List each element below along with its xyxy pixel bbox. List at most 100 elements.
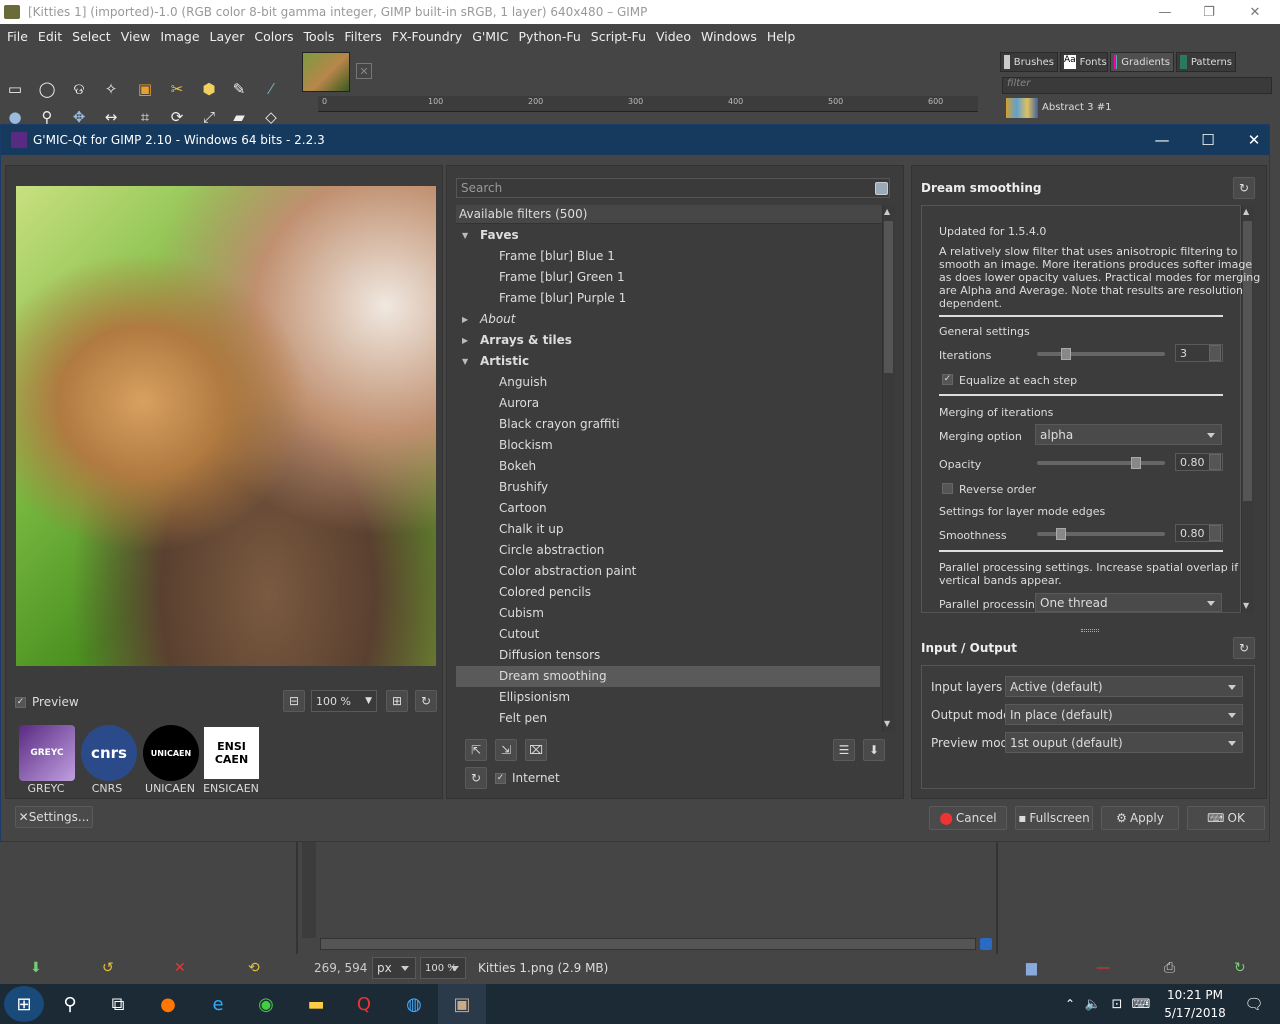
reset-options-icon[interactable]: ⟲ [248, 960, 260, 976]
rename-fave-button[interactable]: ⌧ [525, 739, 547, 761]
smoothness-slider-knob[interactable] [1056, 528, 1066, 540]
filter-item[interactable]: Frame [blur] Green 1 [456, 267, 880, 288]
menu-item[interactable]: Script-Fu [586, 29, 651, 44]
menu-item[interactable]: G'MIC [467, 29, 513, 44]
filter-category[interactable]: ▶ Arrays & tiles [456, 330, 880, 351]
print-icon[interactable]: ⎙ [1164, 960, 1175, 976]
splitter-handle[interactable] [1081, 629, 1099, 632]
app-globe-icon[interactable]: ◍ [390, 984, 438, 1024]
menu-item[interactable]: File [2, 29, 33, 44]
tab-brushes[interactable]: Brushes [1000, 52, 1058, 72]
gradient-swatch[interactable] [1006, 98, 1038, 118]
menu-item[interactable]: Help [762, 29, 801, 44]
io-reset-button[interactable]: ↻ [1233, 637, 1255, 659]
expand-all-button[interactable]: ⬇ [863, 739, 885, 761]
preview-checkbox[interactable]: ✓ [15, 697, 26, 708]
scroll-down-icon[interactable]: ▼ [1243, 601, 1249, 610]
ellipse-select-tool-icon[interactable]: ◯ [36, 78, 58, 100]
volume-icon[interactable]: 🔈 [1082, 984, 1104, 1024]
settings-button[interactable]: ✕ Settings... [15, 806, 93, 828]
zoom-in-button[interactable]: ⊞ [386, 690, 408, 712]
menu-item[interactable]: Video [651, 29, 696, 44]
reverse-checkbox[interactable] [942, 483, 953, 494]
filter-item[interactable]: Colored pencils [456, 582, 880, 603]
filter-category[interactable]: ▼ Faves [456, 225, 880, 246]
filter-item[interactable]: Cartoon [456, 498, 880, 519]
zoom-select[interactable]: 100 % ▼ [311, 690, 377, 712]
network-icon[interactable]: ⊡ [1106, 984, 1128, 1024]
opacity-slider-knob[interactable] [1131, 457, 1141, 469]
opacity-slider[interactable] [1037, 461, 1165, 465]
chrome-icon[interactable]: ◉ [242, 984, 290, 1024]
filter-item[interactable]: Anguish [456, 372, 880, 393]
save-icon[interactable]: ▆ [1026, 960, 1037, 976]
collapsed-arrow-icon[interactable]: ▶ [462, 309, 468, 330]
spin-arrows-icon[interactable] [1209, 525, 1221, 541]
zoom-select[interactable]: 100 % [420, 957, 466, 979]
image-tab-thumbnail[interactable] [302, 52, 350, 92]
output-mode-select[interactable]: In place (default) [1005, 704, 1243, 725]
menu-item[interactable]: Tools [299, 29, 340, 44]
navigate-icon[interactable] [980, 938, 992, 950]
apply-button[interactable]: ⚙ Apply [1101, 806, 1179, 830]
chevron-up-icon[interactable]: ⌃ [1060, 984, 1080, 1024]
color-select-tool-icon[interactable]: ▣ [134, 78, 156, 100]
zoom-reset-button[interactable]: ↻ [415, 690, 437, 712]
expanded-arrow-icon[interactable]: ▼ [462, 351, 468, 372]
delete-icon[interactable]: — [1096, 960, 1110, 976]
filter-item[interactable]: Cutout [456, 624, 880, 645]
gradient-filter-input[interactable]: filter [1002, 77, 1272, 94]
filter-item[interactable]: Bokeh [456, 456, 880, 477]
app-q-icon[interactable]: Q [340, 984, 388, 1024]
scissors-tool-icon[interactable]: ✂ [166, 78, 188, 100]
color-picker-tool-icon[interactable]: ⁄ [260, 78, 282, 100]
menu-item[interactable]: Windows [696, 29, 762, 44]
collapsed-arrow-icon[interactable]: ▶ [462, 330, 468, 351]
ok-button[interactable]: ⌨ OK [1187, 806, 1265, 830]
filter-item[interactable]: Cubism [456, 603, 880, 624]
cancel-button[interactable]: ⬤ Cancel [929, 806, 1007, 830]
restore-options-icon[interactable]: ↺ [102, 960, 114, 976]
filter-category[interactable]: ▼ Artistic [456, 351, 880, 372]
spin-arrows-icon[interactable] [1209, 454, 1221, 470]
filter-item[interactable]: Diffusion tensors [456, 645, 880, 666]
close-icon[interactable]: ✕ [1232, 0, 1278, 24]
keyboard-icon[interactable]: ⌨ [1130, 984, 1152, 1024]
foreground-select-tool-icon[interactable]: ⬢ [198, 78, 220, 100]
menu-item[interactable]: FX-Foundry [387, 29, 467, 44]
tab-patterns[interactable]: Patterns [1176, 52, 1236, 72]
remove-fave-button[interactable]: ⇲ [495, 739, 517, 761]
firefox-icon[interactable]: ● [144, 984, 192, 1024]
filter-item[interactable]: Circle abstraction [456, 540, 880, 561]
preview-image[interactable] [16, 186, 436, 666]
menu-item[interactable]: Image [155, 29, 204, 44]
filter-item[interactable]: Dream smoothing [456, 666, 880, 687]
filter-category[interactable]: ▶ About [456, 309, 880, 330]
filter-item[interactable]: Frame [blur] Purple 1 [456, 288, 880, 309]
filter-item[interactable]: Blockism [456, 435, 880, 456]
internet-checkbox[interactable]: ✓ [495, 773, 506, 784]
update-filters-button[interactable]: ↻ [465, 767, 487, 789]
scroll-down-icon[interactable]: ▼ [884, 719, 890, 728]
filter-item[interactable]: Chalk it up [456, 519, 880, 540]
filter-search-input[interactable]: Search [456, 178, 890, 198]
iterations-slider[interactable] [1037, 352, 1165, 356]
clock-time[interactable]: 10:21 PM [1160, 988, 1230, 1002]
filter-item[interactable]: Aurora [456, 393, 880, 414]
menu-item[interactable]: Edit [33, 29, 67, 44]
reset-params-button[interactable]: ↻ [1233, 177, 1255, 199]
scroll-up-icon[interactable]: ▲ [884, 207, 890, 216]
clock-date[interactable]: 5/17/2018 [1160, 1006, 1230, 1020]
expanded-arrow-icon[interactable]: ▼ [462, 225, 468, 246]
image-tab-close-icon[interactable]: ✕ [356, 63, 372, 79]
file-explorer-icon[interactable]: ▬ [292, 984, 340, 1024]
scroll-up-icon[interactable]: ▲ [1243, 207, 1249, 216]
filter-item[interactable]: Frame [blur] Blue 1 [456, 246, 880, 267]
fuzzy-select-tool-icon[interactable]: ✧ [100, 78, 122, 100]
menu-item[interactable]: Colors [249, 29, 298, 44]
gimp-taskbar-icon[interactable]: ▣ [438, 984, 486, 1024]
minimize-icon[interactable]: — [1142, 0, 1188, 24]
add-fave-button[interactable]: ⇱ [465, 739, 487, 761]
menu-item[interactable]: Python-Fu [514, 29, 586, 44]
horizontal-scrollbar[interactable] [320, 938, 976, 950]
